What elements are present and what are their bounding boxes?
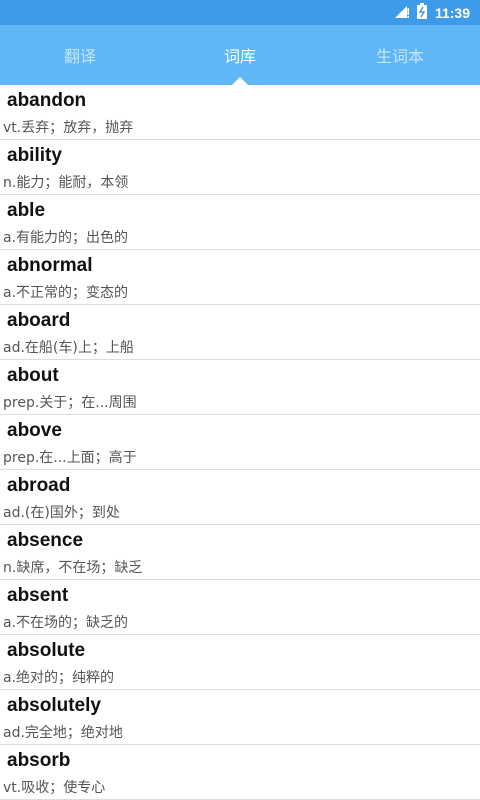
tab-word-library[interactable]: 词库 [160,43,320,67]
word-item[interactable]: about prep.关于；在...周围 [0,360,480,415]
word-item[interactable]: ability n.能力；能耐，本领 [0,140,480,195]
word-definition: a.不在场的；缺乏的 [3,615,129,631]
word-item[interactable]: abroad ad.(在)国外；到处 [0,470,480,525]
word-term: aboard [7,310,71,331]
word-definition: n.能力；能耐，本领 [3,175,129,191]
word-item[interactable]: aboard ad.在船(车)上；上船 [0,305,480,360]
word-term: absolute [7,640,86,661]
word-item[interactable]: able a.有能力的；出色的 [0,195,480,250]
tab-bar: 翻译 词库 生词本 [0,25,480,85]
word-definition: a.绝对的；纯粹的 [3,670,115,686]
word-item[interactable]: absent a.不在场的；缺乏的 [0,580,480,635]
word-term: absent [7,585,69,606]
word-item[interactable]: absolute a.绝对的；纯粹的 [0,635,480,690]
word-definition: prep.关于；在...周围 [3,395,137,411]
tab-translate[interactable]: 翻译 [0,43,160,67]
word-definition: n.缺席，不在场；缺乏 [3,560,143,576]
word-item[interactable]: absence n.缺席，不在场；缺乏 [0,525,480,580]
word-term: abnormal [7,255,93,276]
status-time: 11:39 [434,4,470,21]
word-definition: prep.在...上面；高于 [3,450,137,466]
word-definition: a.不正常的；变态的 [3,285,129,301]
word-item[interactable]: abnormal a.不正常的；变态的 [0,250,480,305]
word-term: abroad [7,475,71,496]
active-tab-indicator [232,77,248,85]
word-definition: ad.完全地；绝对地 [3,725,123,741]
word-list: abandon vt.丢弃；放弃，抛弃 ability n.能力；能耐，本领 a… [0,85,480,800]
word-item[interactable]: above prep.在...上面；高于 [0,415,480,470]
word-term: absorb [7,750,71,771]
word-term: about [7,365,59,386]
signal-icon [394,3,409,22]
word-item[interactable]: abandon vt.丢弃；放弃，抛弃 [0,85,480,140]
word-definition: a.有能力的；出色的 [3,230,129,246]
word-term: ability [7,145,62,166]
word-definition: ad.在船(车)上；上船 [3,340,134,356]
battery-icon [416,2,427,23]
word-term: abandon [7,90,87,111]
word-term: able [7,200,46,221]
word-definition: vt.丢弃；放弃，抛弃 [3,120,134,136]
word-term: above [7,420,62,441]
word-term: absolutely [7,695,101,716]
word-item[interactable]: absorb vt.吸收；使专心 [0,745,480,800]
word-definition: vt.吸收；使专心 [3,780,106,796]
tab-vocabulary-book[interactable]: 生词本 [320,43,480,67]
word-item[interactable]: absolutely ad.完全地；绝对地 [0,690,480,745]
word-term: absence [7,530,84,551]
status-bar: 11:39 [0,0,480,25]
word-definition: ad.(在)国外；到处 [3,505,120,521]
